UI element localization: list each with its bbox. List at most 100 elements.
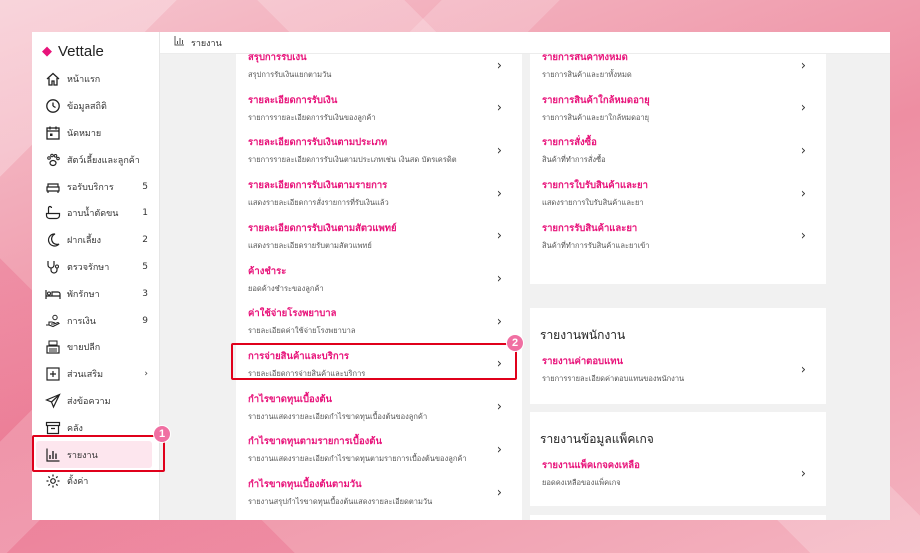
report-content: สรุปการรับเงิน สรุปการรับเงินแยกตามวัน › รา… [160,54,890,520]
report-title[interactable]: รายละเอียดการรับเงินตามประเภท [248,135,494,150]
report-link-row[interactable]: กำไรขาดทุนตามรายการเบื้องต้นรายงานแสดงรา… [236,434,522,465]
chevron-right-icon[interactable]: › [801,58,806,73]
sidebar-item-cash-register[interactable]: ขายปลีก [32,334,160,361]
report-link-row[interactable]: รายละเอียดการรับเงินตามรายการแสดงรายละเอ… [236,178,522,209]
sidebar-item-paw[interactable]: สัตว์เลี้ยงและลูกค้า [32,146,160,173]
report-link-row[interactable]: รายการรับสินค้าและยา สินค้าที่ทำการรับสิน… [530,221,826,252]
sidebar-item-label: อาบน้ำตัดขน [67,209,119,220]
report-title[interactable]: รายการสินค้าทั้งหมด [542,54,798,65]
chevron-right-icon[interactable]: › [497,58,502,73]
logo: ◆ Vettale [42,40,104,62]
report-link-row[interactable]: รายงานแพ็คเกจคงเหลือ ยอดคงเหลือของแพ็คเกจ… [530,458,826,489]
sidebar-item-sofa[interactable]: รอรับบริการ 5 [32,173,160,200]
sidebar-item-moon[interactable]: ฝากเลี้ยง 2 [32,227,160,254]
money-hand-icon [44,312,62,330]
report-link-row[interactable]: รายงานค่าตอบแทนรายการรายละเอียดค่าตอบแทน… [530,354,826,385]
cash-register-icon [44,338,62,356]
report-title[interactable]: รายการใบรับสินค้าและยา [542,178,798,193]
sidebar-nav: หน้าแรก ข้อมูลสถิติ นัดหมาย สัตว์เลี้ยงและล… [32,66,160,495]
chevron-right-icon[interactable]: › [497,229,502,244]
package-report-section: รายงานข้อมูลแพ็คเกจ รายงานแพ็คเกจคงเหลือย… [530,412,826,506]
report-description: สินค้าที่ทำการสั่งซื้อ [542,155,606,165]
report-link-row[interactable]: การจ่ายสินค้าและบริการ รายละเอียดการจ่ายส… [236,349,522,380]
sidebar-item-send[interactable]: ส่งข้อความ [32,388,160,415]
chevron-right-icon[interactable]: › [801,101,806,116]
sidebar-item-label: ขายปลีก [67,343,101,354]
report-title[interactable]: กำไรขาดทุนเบื้องต้น [248,392,494,407]
report-title[interactable]: กำไรขาดทุนเบื้องต้นตามวัน [248,477,494,492]
report-title[interactable]: รายละเอียดการรับเงินตามสัตวแพทย์ [248,221,494,236]
chevron-right-icon[interactable]: › [801,362,806,377]
report-title[interactable]: สรุปการรับเงิน [248,54,494,65]
report-title[interactable]: รายการสั่งซื้อ [542,135,798,150]
sidebar-item-bed[interactable]: พักรักษา 3 [32,280,160,307]
report-title[interactable]: รายละเอียดการรับเงินตามรายการ [248,178,494,193]
sidebar-item-bar-chart[interactable]: รายงาน [36,441,152,468]
sidebar-item-money-hand[interactable]: การเงิน 9 [32,307,160,334]
sidebar-item-calendar[interactable]: นัดหมาย [32,120,160,147]
chevron-right-icon[interactable]: › [801,186,806,201]
sidebar: ◆ Vettale หน้าแรก ข้อมูลสถิติ นัดหมาย สัตว์… [32,32,160,520]
chevron-right-icon[interactable]: › [801,229,806,244]
report-description: รายการสินค้าและยาทั้งหมด [542,70,632,79]
report-link-row[interactable]: รายการสั่งซื้อสินค้าที่ทำการสั่งซื้อ › [530,135,826,166]
gear-icon [44,472,62,490]
report-description: รายงานแสดงรายละเอียดกำไรขาดทุนตามรายการเ… [248,454,467,464]
chevron-right-icon[interactable]: › [801,143,806,158]
report-title[interactable]: รายละเอียดการรับเงิน [248,93,494,108]
report-title[interactable]: รายการรับสินค้าและยา [542,221,798,236]
paw-logo-icon: ◆ [42,43,52,58]
sidebar-item-count: 1 [142,208,148,219]
sidebar-item-stethoscope[interactable]: ตรวจรักษา 5 [32,254,160,281]
report-description: รายละเอียดค่าใช้จ่ายโรงพยาบาล [248,326,356,336]
chevron-right-icon[interactable]: › [497,314,502,329]
report-title[interactable]: กำไรขาดทุนตามรายการเบื้องต้น [248,434,494,449]
sidebar-item-count: 3 [142,288,148,299]
sidebar-item-bathtub[interactable]: อาบน้ำตัดขน 1 [32,200,160,227]
report-title[interactable]: รายการสินค้าใกล้หมดอายุ [542,93,798,108]
bathtub-icon [44,204,62,222]
report-link-row[interactable]: กำไรขาดทุนเบื้องต้น รายงานแสดงรายละเอียดก… [236,392,522,423]
chevron-right-icon[interactable]: › [497,485,502,500]
sidebar-item-home[interactable]: หน้าแรก [32,66,160,93]
report-description: แสดงรายละเอียดรายรับตามสัตวแพทย์ [248,240,372,250]
report-link-row[interactable]: รายการสินค้าทั้งหมดรายการสินค้าและยาทั้ง… [530,54,826,81]
sidebar-item-label: พักรักษา [67,289,100,300]
sidebar-item-count: 5 [142,261,148,272]
sidebar-item-dashboard[interactable]: ข้อมูลสถิติ [32,93,160,120]
sidebar-item-gear[interactable]: ตั้งค่า [32,468,160,495]
chevron-right-icon[interactable]: › [497,357,502,372]
sidebar-item-label: รอรับบริการ [67,182,114,193]
report-title[interactable]: การจ่ายสินค้าและบริการ [248,349,494,364]
report-description: ยอดค้างชำระของลูกค้า [248,283,324,293]
report-link-row[interactable]: กำไรขาดทุนเบื้องต้นตามวัน รายงานสรุปกำไรข… [236,477,522,508]
report-link-row[interactable]: รายการสินค้าใกล้หมดอายุ รายการสินค้าและยา… [530,93,826,124]
report-link-row[interactable]: รายการใบรับสินค้าและยา แสดงรายการใบรับสิน… [530,178,826,209]
report-description: รายการรายละเอียดค่าตอบแทนของพนักงาน [542,374,685,383]
chevron-right-icon[interactable]: › [497,143,502,158]
chevron-right-icon[interactable]: › [497,186,502,201]
report-description: แสดงรายละเอียดการสั่งรายการที่รับเงินแล้… [248,198,389,208]
step-badge-1: 1 [153,425,171,443]
report-title[interactable]: รายงานค่าตอบแทน [542,354,798,369]
bar-chart-icon [174,36,185,49]
chevron-right-icon[interactable]: › [497,442,502,457]
sidebar-item-label: ตรวจรักษา [67,262,110,273]
report-link-row[interactable]: ค่าใช้จ่ายโรงพยาบาลรายละเอียดค่าใช้จ่ายโ… [236,306,522,337]
report-link-row[interactable]: รายละเอียดการรับเงินตามประเภท รายการรายละ… [236,135,522,166]
chevron-right-icon[interactable]: › [801,466,806,481]
report-title[interactable]: ค่าใช้จ่ายโรงพยาบาล [248,306,494,321]
report-title[interactable]: ค้างชำระ [248,264,494,279]
sidebar-item-archive[interactable]: คลัง [32,414,160,441]
sidebar-item-plus-box[interactable]: ส่วนเสริม › [32,361,160,388]
report-link-row[interactable]: ค้างชำระยอดค้างชำระของลูกค้า › [236,264,522,295]
report-title[interactable]: รายงานแพ็คเกจคงเหลือ [542,458,798,473]
chevron-right-icon[interactable]: › [497,400,502,415]
sidebar-item-count: 2 [142,235,148,246]
paw-icon [44,151,62,169]
chevron-right-icon[interactable]: › [497,101,502,116]
report-link-row[interactable]: รายละเอียดการรับเงินตามสัตวแพทย์แสดงรายล… [236,221,522,252]
report-link-row[interactable]: รายละเอียดการรับเงิน รายการรายละเอียดการร… [236,93,522,124]
chevron-right-icon[interactable]: › [497,272,502,287]
report-link-row[interactable]: สรุปการรับเงิน สรุปการรับเงินแยกตามวัน › [236,54,522,81]
